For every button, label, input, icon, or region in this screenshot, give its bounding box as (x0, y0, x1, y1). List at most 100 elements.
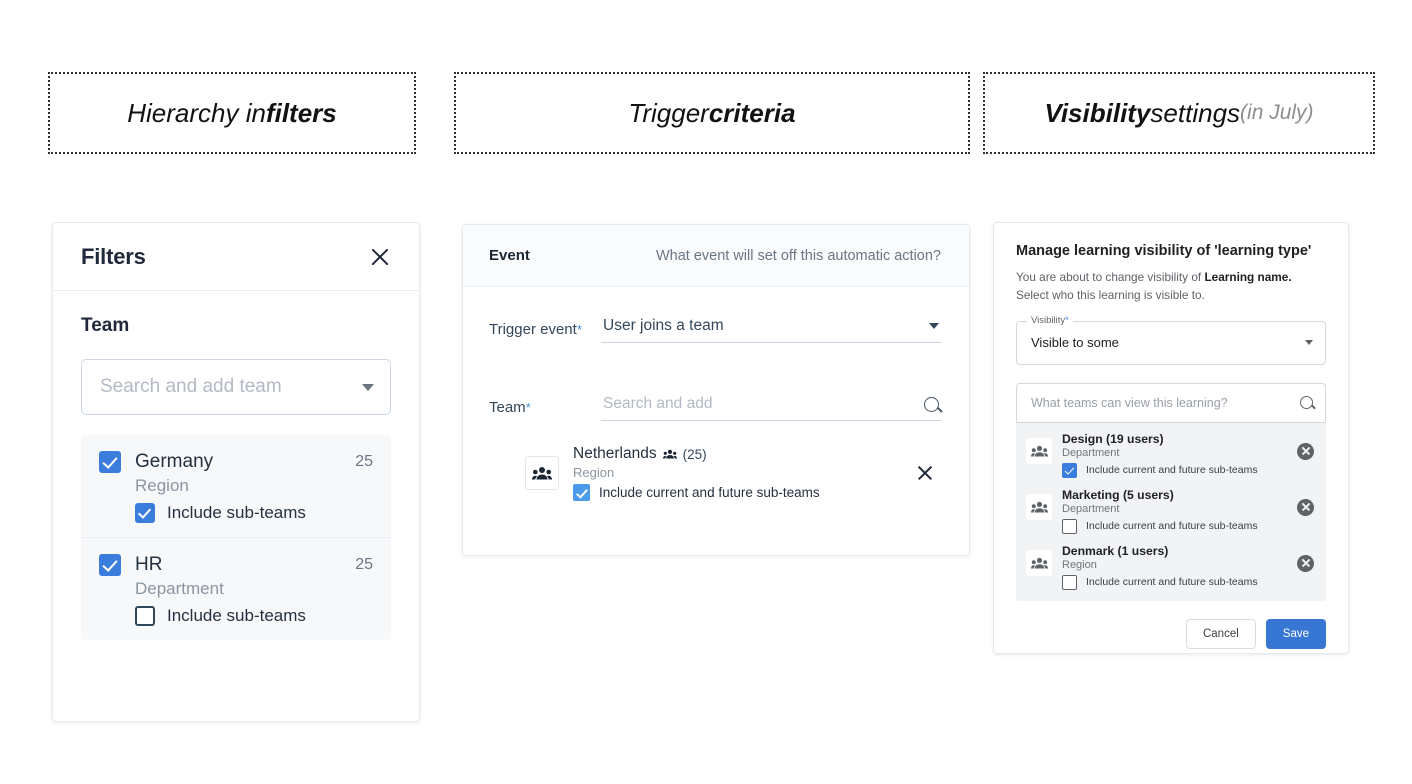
people-icon (1026, 549, 1052, 576)
team-label-wrap: Team* (489, 395, 601, 416)
selected-team-chip: Netherlands (25) Region Include current … (489, 445, 941, 501)
visibility-value: Visible to some (1031, 335, 1119, 351)
list-item[interactable]: Marketing (5 users) Department Include c… (1016, 483, 1326, 539)
team-type: Department (135, 579, 224, 598)
team-type: Region (135, 476, 189, 495)
include-subteams-label: Include sub-teams (167, 503, 306, 522)
include-subteams-label: Include sub-teams (167, 606, 306, 625)
team-search-placeholder: Search and add (603, 395, 713, 412)
visibility-body: Manage learning visibility of 'learning … (994, 223, 1348, 601)
event-label: Event (489, 247, 530, 264)
visibility-settings-panel: Manage learning visibility of 'learning … (993, 222, 1349, 654)
visibility-description: You are about to change visibility of Le… (1016, 268, 1326, 305)
header-visibility-mid: settings (1150, 97, 1241, 128)
filters-body: Team Search and add team Germany 25 Regi… (53, 291, 419, 640)
header-filters-bold: filters (265, 97, 337, 128)
search-icon (1300, 396, 1313, 410)
table-row[interactable]: HR 25 Department Include sub-teams (81, 537, 391, 640)
header-trigger-criteria: Trigger criteria (454, 72, 970, 154)
visibility-search-placeholder: What teams can view this learning? (1031, 395, 1228, 410)
visibility-description-pre: You are about to change visibility of (1016, 270, 1205, 284)
include-subteams-label: Include current and future sub-teams (1086, 520, 1258, 533)
include-subteams-checkbox-denmark[interactable] (1062, 574, 1077, 590)
filters-section-label: Team (81, 315, 130, 336)
visibility-team-type: Region (1062, 558, 1097, 571)
team-name: Germany (135, 451, 214, 472)
team-row: Team* Search and add (489, 395, 941, 421)
header-visibility-settings: Visibility settings (in July) (983, 72, 1375, 154)
visibility-team-name: Denmark (1 users) (1062, 543, 1169, 558)
include-subteams-label: Include current and future sub-teams (1086, 576, 1258, 589)
include-subteams-checkbox-hr[interactable] (135, 606, 155, 626)
visibility-actions: Cancel Save (994, 601, 1348, 649)
selected-team-name: Netherlands (573, 445, 657, 462)
visibility-team-search-input[interactable]: What teams can view this learning? (1016, 382, 1326, 423)
people-icon-small (662, 449, 677, 459)
required-asterisk: * (525, 400, 531, 415)
header-visibility-muted: (in July) (1240, 101, 1314, 124)
header-visibility-bold: Visibility (1044, 97, 1151, 128)
event-header: Event What event will set off this autom… (463, 225, 969, 287)
table-row[interactable]: Germany 25 Region Include sub-teams (81, 435, 391, 537)
list-item[interactable]: Design (19 users) Department Include cur… (1016, 427, 1326, 483)
cancel-button[interactable]: Cancel (1185, 618, 1256, 649)
team-search-input[interactable]: Search and add (601, 395, 941, 421)
trigger-event-row: Trigger event* User joins a team (489, 317, 941, 343)
include-subteams-label: Include current and future sub-teams (1086, 464, 1258, 477)
team-search-placeholder: Search and add team (100, 376, 282, 397)
visibility-title: Manage learning visibility of 'learning … (1016, 243, 1312, 259)
remove-icon[interactable] (1297, 442, 1314, 460)
team-name: HR (135, 554, 163, 575)
remove-icon[interactable] (1297, 498, 1314, 516)
include-subteams-checkbox-netherlands[interactable] (573, 484, 590, 501)
people-icon (525, 456, 559, 490)
visibility-description-bold: Learning name. (1204, 270, 1292, 284)
visibility-select[interactable]: Visibility* Visible to some (1016, 314, 1326, 365)
team-count: 25 (355, 556, 373, 573)
event-question: What event will set off this automatic a… (655, 247, 941, 264)
visibility-legend-text: Visibility (1031, 314, 1066, 326)
trigger-event-label-wrap: Trigger event* (489, 317, 601, 338)
people-icon (1026, 437, 1052, 464)
close-icon[interactable] (915, 463, 935, 483)
required-asterisk: * (1065, 314, 1069, 326)
include-subteams-checkbox-marketing[interactable] (1062, 518, 1077, 534)
trigger-body: Trigger event* User joins a team Team* S… (463, 287, 969, 501)
selected-team-count: (25) (682, 446, 707, 462)
save-button[interactable]: Save (1265, 618, 1326, 649)
filters-team-list: Germany 25 Region Include sub-teams HR 2… (81, 435, 391, 640)
team-count: 25 (355, 453, 373, 470)
close-icon[interactable] (367, 244, 393, 270)
search-icon (924, 396, 939, 412)
trigger-event-select[interactable]: User joins a team (601, 317, 941, 343)
required-asterisk: * (576, 322, 582, 337)
visibility-team-name: Marketing (5 users) (1062, 487, 1174, 502)
trigger-criteria-panel: Event What event will set off this autom… (462, 224, 970, 556)
filters-panel: Filters Team Search and add team Germany… (52, 222, 420, 722)
header-hierarchy-in-filters: Hierarchy in filters (48, 72, 416, 154)
remove-icon[interactable] (1297, 554, 1314, 572)
include-subteams-checkbox-germany[interactable] (135, 503, 155, 523)
header-trigger-bold: criteria (708, 97, 796, 128)
people-icon (1026, 493, 1052, 520)
team-label: Team (489, 399, 526, 416)
trigger-event-value: User joins a team (603, 317, 724, 334)
visibility-team-name: Design (19 users) (1062, 431, 1164, 446)
team-search-select[interactable]: Search and add team (81, 359, 391, 415)
page-title: Filters (81, 243, 146, 269)
header-trigger-pre: Trigger (628, 97, 709, 128)
trigger-event-label: Trigger event (489, 321, 577, 338)
chevron-down-icon (362, 383, 374, 391)
include-subteams-checkbox-design[interactable] (1062, 462, 1077, 478)
include-subteams-label: Include current and future sub-teams (599, 485, 820, 500)
list-item[interactable]: Denmark (1 users) Region Include current… (1016, 539, 1326, 595)
team-checkbox-germany[interactable] (99, 451, 121, 473)
selected-team-type: Region (573, 465, 615, 480)
team-checkbox-hr[interactable] (99, 554, 121, 576)
filters-header: Filters (53, 223, 419, 291)
visibility-team-list: Design (19 users) Department Include cur… (1016, 422, 1326, 601)
chevron-down-icon (929, 323, 939, 329)
visibility-team-type: Department (1062, 446, 1120, 459)
chevron-down-icon (1305, 340, 1313, 346)
visibility-legend: Visibility* (1027, 314, 1073, 326)
